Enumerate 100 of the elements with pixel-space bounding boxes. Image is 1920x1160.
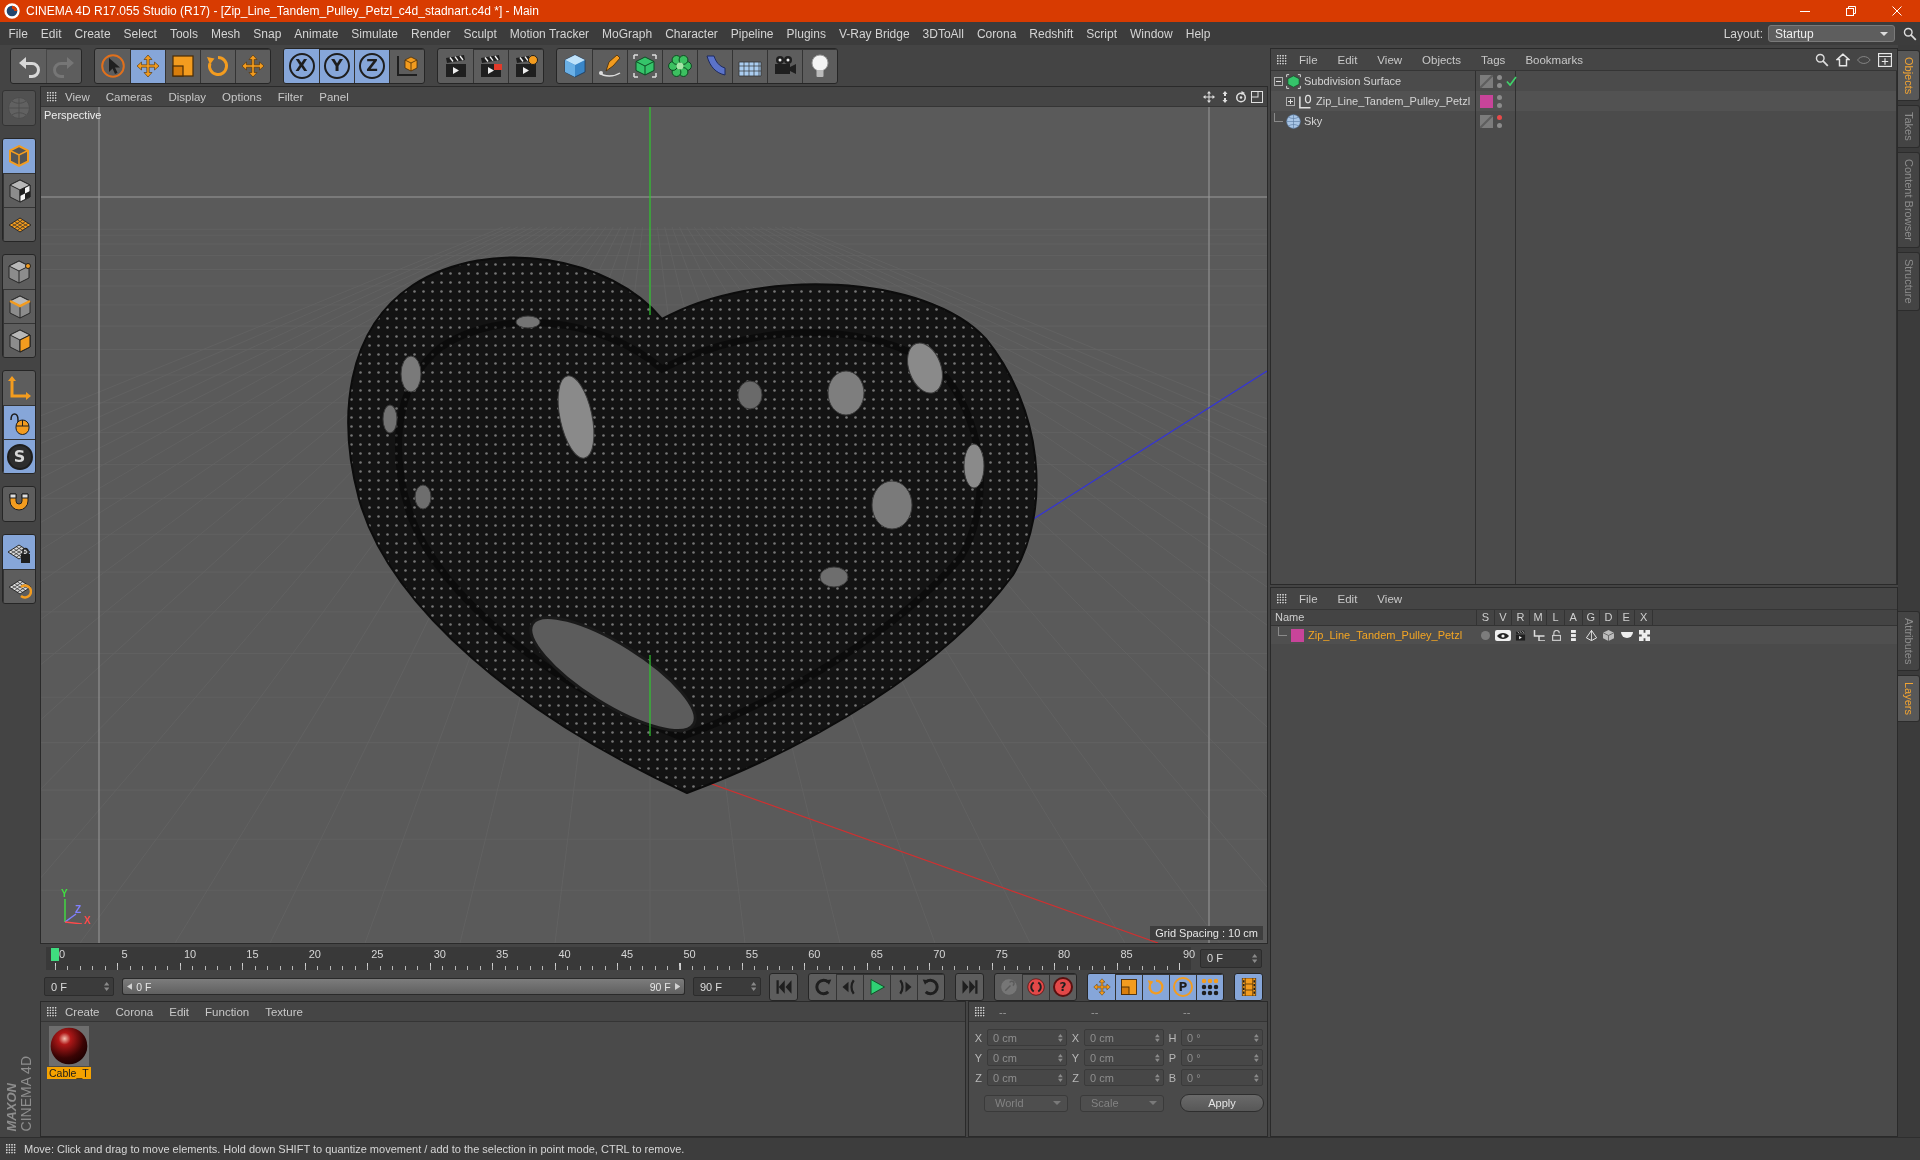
column-header[interactable]: X [1635, 610, 1653, 625]
tool-button[interactable] [200, 48, 235, 83]
side-tab[interactable]: Layers [1898, 675, 1920, 723]
frame-field[interactable]: 0 F [44, 977, 114, 996]
menu-item[interactable]: Options [214, 90, 270, 103]
tool-button[interactable] [473, 48, 508, 83]
menu-item[interactable]: V-Ray Bridge [832, 26, 917, 41]
search-icon[interactable] [1903, 26, 1917, 41]
tool-button[interactable]: P [1169, 973, 1196, 1000]
menu-item[interactable]: File [2, 26, 35, 41]
tool-button[interactable] [863, 973, 890, 1000]
tool-button[interactable]: X [284, 48, 319, 83]
frame-range-slider[interactable]: 0 F 90 F [122, 978, 685, 995]
column-header[interactable]: S [1477, 610, 1495, 625]
tool-button[interactable] [3, 405, 35, 439]
collapse-box-icon[interactable] [1274, 76, 1283, 86]
menu-item[interactable]: Panel [311, 90, 357, 103]
tool-button[interactable] [1115, 973, 1142, 1000]
menu-item[interactable]: Create [57, 1005, 108, 1018]
tool-button[interactable] [235, 48, 270, 83]
menu-item[interactable]: Animate [287, 26, 345, 41]
menu-item[interactable]: Redshift [1022, 26, 1080, 41]
menu-item[interactable]: File [1291, 592, 1326, 605]
tool-button[interactable] [662, 48, 697, 83]
menu-item[interactable]: Texture [257, 1005, 311, 1018]
layer-row[interactable]: Zip_Line_Tandem_Pulley_Petzl [1271, 626, 1897, 644]
menu-item[interactable]: Tags [1473, 53, 1514, 66]
padlock-icon[interactable] [1551, 629, 1561, 641]
hierarchy-icon[interactable] [1532, 629, 1545, 641]
menu-item[interactable]: Create [68, 26, 118, 41]
menu-item[interactable]: Filter [269, 90, 312, 103]
side-tab[interactable]: Objects [1898, 50, 1920, 102]
apply-button[interactable]: Apply [1180, 1094, 1264, 1112]
column-header[interactable]: L [1547, 610, 1565, 625]
new-panel-icon[interactable] [1878, 52, 1892, 67]
menu-item[interactable]: Help [1179, 26, 1217, 41]
menu-item[interactable]: Tools [163, 26, 205, 41]
tool-button[interactable] [389, 48, 424, 83]
column-header[interactable]: D [1600, 610, 1618, 625]
tool-button[interactable] [165, 48, 200, 83]
check-icon[interactable] [1506, 76, 1517, 86]
eye-icon[interactable] [1495, 629, 1512, 641]
cube-icon[interactable] [1603, 629, 1615, 641]
menu-item[interactable]: 3DToAll [916, 26, 971, 41]
menu-item[interactable]: Edit [34, 26, 69, 41]
home-icon[interactable] [1836, 52, 1851, 67]
menu-item[interactable]: Script [1079, 26, 1124, 41]
material-name[interactable]: Cable_T [47, 1067, 91, 1079]
menu-item[interactable]: Function [197, 1005, 258, 1018]
tool-button[interactable] [627, 48, 662, 83]
menu-item[interactable]: Edit [1329, 592, 1366, 605]
menu-item[interactable]: Character [658, 26, 725, 41]
tool-button[interactable] [3, 289, 35, 323]
menu-item[interactable]: Motion Tracker [503, 26, 596, 41]
menu-item[interactable]: View [57, 90, 98, 103]
layout-dropdown[interactable]: Startup [1768, 25, 1895, 42]
menu-item[interactable]: Mesh [204, 26, 247, 41]
tool-button[interactable] [2, 486, 36, 522]
menu-item[interactable]: Corona [107, 1005, 162, 1018]
column-header[interactable]: V [1494, 610, 1513, 625]
menu-item[interactable]: Snap [246, 26, 288, 41]
menu-item[interactable]: Select [117, 26, 164, 41]
tool-button[interactable] [3, 173, 35, 207]
bowl-icon[interactable] [1620, 632, 1633, 638]
tool-button[interactable]: S [3, 439, 35, 473]
column-header[interactable]: R [1512, 610, 1530, 625]
menu-item[interactable]: Objects [1414, 53, 1470, 66]
orbit-icon[interactable] [1235, 90, 1247, 103]
tool-button[interactable] [3, 207, 35, 241]
tool-button[interactable] [732, 48, 767, 83]
search-icon[interactable] [1815, 52, 1830, 67]
column-header[interactable]: Name [1271, 610, 1477, 625]
tool-button[interactable] [3, 535, 35, 569]
cross-shape-icon[interactable] [1638, 629, 1650, 641]
menu-item[interactable]: View [1369, 592, 1411, 605]
column-header[interactable]: G [1582, 610, 1601, 625]
tool-button[interactable] [508, 48, 543, 83]
tool-button[interactable] [1142, 973, 1169, 1000]
menu-item[interactable]: Simulate [344, 26, 405, 41]
menu-item[interactable]: View [1369, 53, 1411, 66]
maximize-view-icon[interactable] [1251, 90, 1263, 103]
frame-field[interactable]: 90 F [693, 977, 761, 996]
menu-item[interactable]: Pipeline [724, 26, 781, 41]
material-sphere-icon[interactable] [48, 1026, 89, 1066]
menu-item[interactable]: Corona [970, 26, 1023, 41]
playhead-marker[interactable] [51, 947, 59, 961]
layer-name[interactable]: Zip_Line_Tandem_Pulley_Petzl [1308, 629, 1463, 641]
tool-button[interactable] [3, 569, 35, 603]
tool-button[interactable] [1196, 973, 1223, 1000]
menu-item[interactable]: Cameras [97, 90, 161, 103]
object-row[interactable]: Sky [1271, 111, 1897, 131]
tool-button[interactable] [3, 323, 35, 357]
menu-item[interactable]: Sculpt [456, 26, 504, 41]
tool-button[interactable] [592, 48, 627, 83]
object-row[interactable]: Subdivision Surface [1271, 71, 1897, 91]
tool-button[interactable]: Y [319, 48, 354, 83]
menu-item[interactable]: MoGraph [595, 26, 659, 41]
frame-field[interactable]: 0 F [1200, 948, 1262, 968]
pyramid-icon[interactable] [1585, 629, 1597, 641]
stacked-bars-icon[interactable] [1571, 629, 1577, 641]
